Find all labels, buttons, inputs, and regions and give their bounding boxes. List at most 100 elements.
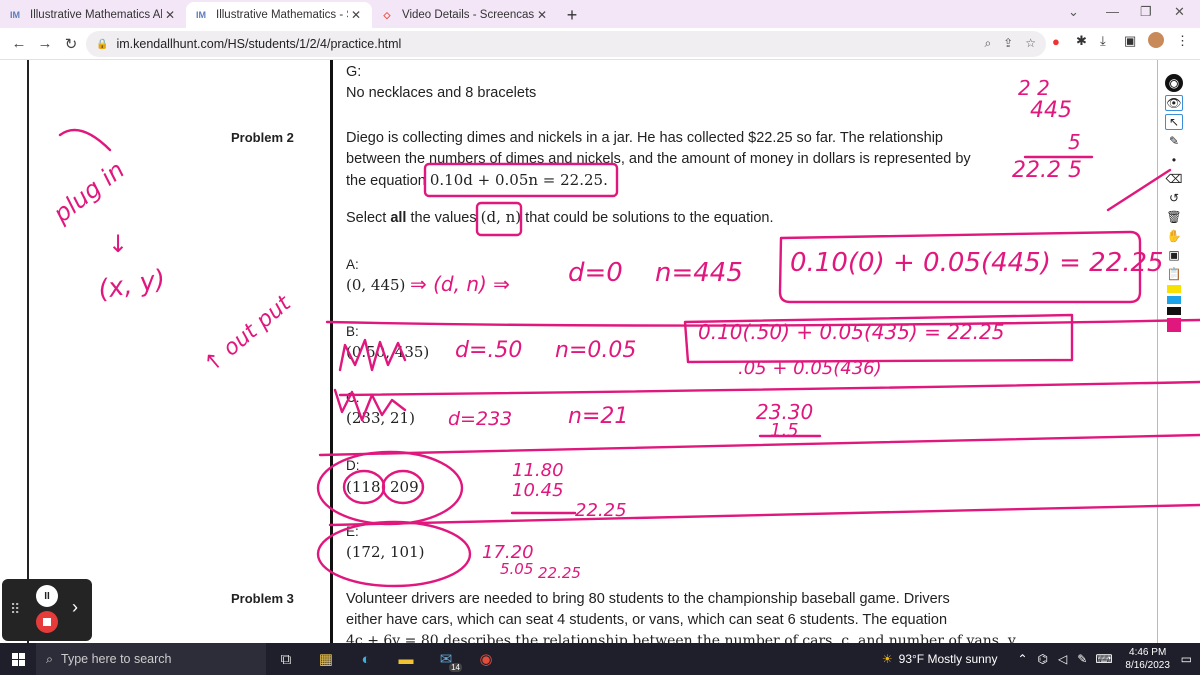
time: 4:46 PM: [1129, 647, 1167, 658]
close-window-icon[interactable]: ✕: [1174, 4, 1185, 20]
close-icon[interactable]: ✕: [534, 8, 550, 22]
keyboard-icon[interactable]: ⌨: [1095, 652, 1112, 666]
tab-student[interactable]: IM Illustrative Mathematics - Studen ✕: [186, 2, 372, 28]
taskbar-search[interactable]: ⌕ Type here to search: [36, 643, 266, 675]
address-bar[interactable]: 🔒 im.kendallhunt.com/HS/students/1/2/4/p…: [86, 31, 1046, 57]
annotation-row-a: ⇒ (d, n) ⇒: [410, 272, 510, 296]
ink-line: [338, 380, 1200, 397]
pause-button[interactable]: II: [36, 585, 58, 607]
option-d-value[interactable]: (118, 209): [346, 478, 425, 496]
annotation-calc-d: 22.25: [575, 500, 627, 521]
annotation-calc: 445: [1030, 98, 1072, 123]
search-icon: ⌕: [46, 651, 54, 666]
share-icon[interactable]: ⇪: [1003, 36, 1013, 51]
pen-icon[interactable]: ✎: [1077, 652, 1087, 666]
option-c-value[interactable]: (233, 21): [346, 409, 415, 427]
ink-check: [1106, 168, 1172, 212]
option-e-value[interactable]: (172, 101): [346, 543, 425, 561]
camera-icon[interactable]: ▣: [1165, 247, 1183, 263]
download-icon[interactable]: ⤓: [1100, 33, 1106, 49]
task-view-icon[interactable]: ⧉: [266, 643, 306, 675]
annotation-calc-d: 11.80: [512, 460, 564, 481]
tab-title: Illustrative Mathematics - Studen: [216, 9, 348, 21]
expand-arrow-icon[interactable]: ›: [72, 597, 78, 618]
new-tab-button[interactable]: +: [558, 2, 586, 28]
menu-icon[interactable]: ⋮: [1176, 33, 1189, 49]
option-c-label[interactable]: C:: [346, 390, 360, 405]
page-content: G: No necklaces and 8 bracelets Problem …: [0, 60, 1200, 643]
url-text: im.kendallhunt.com/HS/students/1/2/4/pra…: [116, 37, 402, 51]
divider: [1157, 60, 1158, 643]
clock[interactable]: 4:46 PM 8/16/2023: [1117, 646, 1179, 672]
weather-icon[interactable]: ☀: [882, 652, 893, 666]
annotation-row-c: d=233: [448, 408, 513, 430]
chevron-up-icon[interactable]: ⌃: [1017, 652, 1027, 666]
instruction-text: the values: [406, 210, 481, 226]
weather-text[interactable]: 93°F Mostly sunny: [899, 652, 998, 666]
forward-icon[interactable]: →: [32, 35, 58, 52]
color-swatch-yellow[interactable]: [1167, 285, 1181, 293]
edge-icon[interactable]: ◐: [346, 643, 386, 675]
mail-icon[interactable]: ✉ 14: [426, 643, 466, 675]
annotation-output: ↑ out put: [199, 291, 296, 378]
volume-icon[interactable]: ◁: [1058, 652, 1067, 666]
close-icon[interactable]: ✕: [348, 8, 364, 22]
network-icon[interactable]: ⌬: [1038, 652, 1048, 666]
tab-algebra[interactable]: IM Illustrative Mathematics Algebra ✕: [0, 2, 186, 28]
store-icon[interactable]: ▦: [306, 643, 346, 675]
screencastify-logo-icon[interactable]: ◉: [1165, 74, 1183, 92]
tab-search-icon[interactable]: ⌄: [1068, 4, 1079, 20]
hand-icon[interactable]: ✋: [1165, 228, 1183, 244]
eraser-icon[interactable]: ⌫: [1165, 171, 1183, 187]
color-swatch-blue[interactable]: [1167, 296, 1181, 304]
option-a-value[interactable]: (0, 445): [346, 276, 405, 294]
drag-handle-icon[interactable]: ⠿: [10, 601, 20, 618]
eye-icon[interactable]: 👁: [1165, 95, 1183, 111]
lock-icon[interactable]: 🔒: [96, 39, 108, 50]
option-b-value[interactable]: (0.50, 435): [346, 343, 429, 361]
option-b-label[interactable]: B:: [346, 324, 359, 339]
pen-icon[interactable]: ✎: [1165, 133, 1183, 149]
extension-icon[interactable]: ●: [1052, 34, 1060, 49]
back-icon[interactable]: ←: [6, 35, 32, 52]
clipboard-icon[interactable]: 📋: [1165, 266, 1183, 282]
notification-icon[interactable]: ▭: [1181, 652, 1192, 666]
annotation-calc: 5: [1068, 130, 1081, 154]
annotation-calc: 22.2 5: [1012, 158, 1082, 183]
windows-start-icon[interactable]: [0, 643, 36, 675]
avatar[interactable]: [1148, 32, 1164, 48]
option-a-label[interactable]: A:: [346, 257, 359, 272]
dot-icon[interactable]: •: [1165, 152, 1183, 168]
color-swatch-black[interactable]: [1167, 307, 1181, 315]
im-logo-icon: IM: [10, 10, 20, 20]
equation: 0.10d + 0.05n = 22.25.: [429, 171, 608, 189]
screencastify-icon: ◇: [383, 9, 391, 20]
puzzle-icon[interactable]: ✱: [1076, 33, 1087, 49]
undo-icon[interactable]: ↺: [1165, 190, 1183, 206]
file-explorer-icon[interactable]: ▬: [386, 643, 426, 675]
close-icon[interactable]: ✕: [162, 8, 178, 22]
bookmark-star-icon[interactable]: ☆: [1025, 36, 1036, 51]
restore-icon[interactable]: ❐: [1140, 4, 1152, 20]
problem-2-line: Diego is collecting dimes and nickels in…: [346, 130, 943, 146]
sidebar-icon[interactable]: ▣: [1124, 33, 1136, 49]
reload-icon[interactable]: ↻: [58, 35, 84, 53]
chrome-icon[interactable]: ◉: [466, 643, 506, 675]
option-d-label[interactable]: D:: [346, 458, 360, 473]
minimize-icon[interactable]: —: [1106, 4, 1119, 19]
tab-screencastify[interactable]: ◇ Video Details - Screencastify ✕: [372, 2, 558, 28]
tab-title: Illustrative Mathematics Algebra: [30, 9, 162, 21]
stop-button[interactable]: [36, 611, 58, 633]
annotation-box-b: 0.10(.50) + 0.05(435) = 22.25: [698, 320, 1005, 344]
annotation-row-b: d=.50: [455, 338, 523, 363]
annotation-arrow: ↓: [108, 230, 129, 258]
color-swatch-pink[interactable]: [1167, 318, 1181, 332]
trash-icon[interactable]: 🗑: [1165, 209, 1183, 225]
pair-notation: (d, n): [480, 208, 522, 226]
option-e-label[interactable]: E:: [346, 524, 359, 539]
taskbar: ⌕ Type here to search ⧉ ▦ ◐ ▬ ✉ 14 ◉ ☀ 93…: [0, 643, 1200, 675]
zoom-icon[interactable]: ⌕: [984, 36, 991, 51]
annotation-calc-c: 1.5: [770, 420, 799, 441]
option-g-label: G:: [346, 64, 362, 80]
cursor-icon[interactable]: ↖: [1165, 114, 1183, 130]
